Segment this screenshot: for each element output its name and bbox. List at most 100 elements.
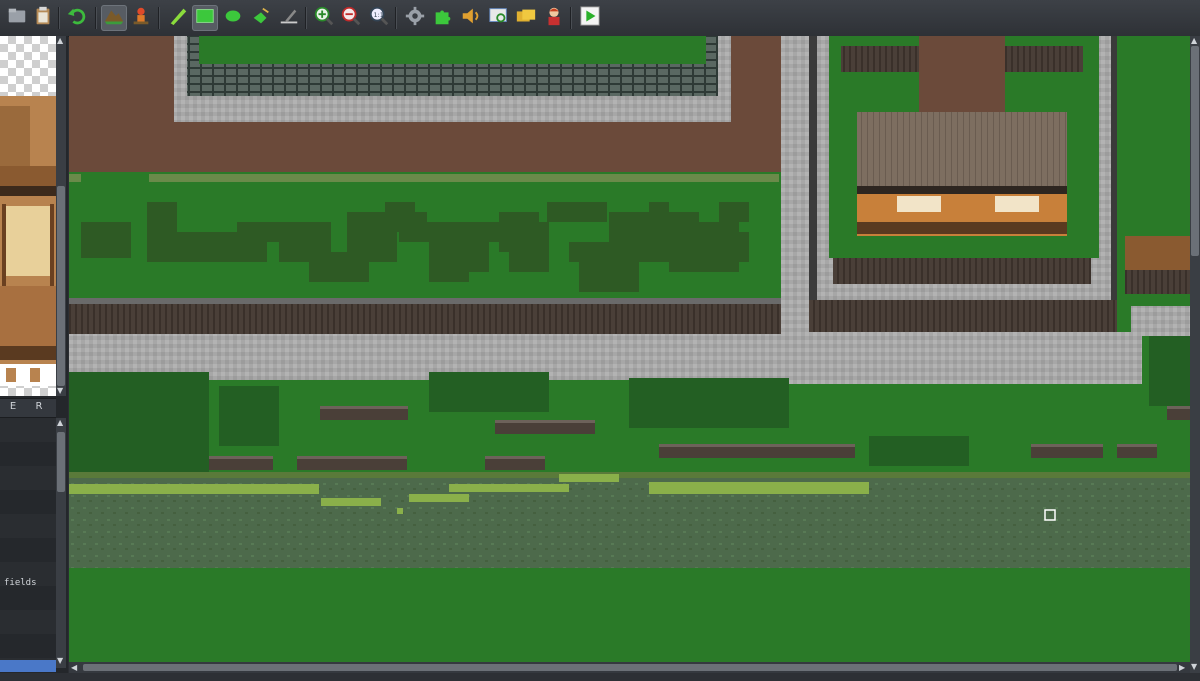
speaker-icon [460, 5, 482, 31]
bush-tile [509, 222, 549, 272]
tileset-tabs: E R [0, 398, 56, 418]
bush-tile [81, 222, 131, 258]
tileset-palette[interactable] [0, 36, 56, 396]
bush-tile [579, 262, 639, 292]
tileset-scrollbar[interactable]: ▲ ▼ [56, 36, 66, 396]
stone-hedge-top [1117, 444, 1157, 447]
compound-front-wall [809, 300, 1117, 336]
scroll-up-arrow-icon[interactable]: ▲ [57, 418, 63, 428]
scroll-down-arrow-icon[interactable]: ▼ [57, 386, 63, 396]
map-vertical-scroll-thumb[interactable] [1191, 46, 1199, 256]
hedge-line [69, 174, 81, 182]
rectangle-tool-button[interactable] [192, 5, 218, 31]
character-icon [543, 5, 565, 31]
actual-size-button[interactable]: 1:1 [366, 5, 392, 31]
open-project-button[interactable] [30, 5, 56, 31]
moss-patch [649, 482, 869, 494]
tileset-preview [0, 96, 56, 386]
bush-tile [719, 202, 749, 222]
moss-patch [559, 474, 619, 482]
puzzle-icon [432, 5, 454, 31]
scroll-up-arrow-icon[interactable]: ▲ [57, 36, 63, 46]
moss-patch [409, 494, 469, 502]
bush-tile [385, 202, 415, 222]
gate-structure [1125, 236, 1190, 270]
map-horizontal-scroll-thumb[interactable] [83, 664, 1177, 671]
event-layer-button[interactable] [128, 5, 154, 31]
ellipse-icon [222, 5, 244, 31]
toolbar-separator [95, 7, 97, 29]
stone-hedge-top [659, 444, 855, 447]
grass-patch [629, 378, 789, 428]
pencil-icon [167, 5, 189, 31]
swamp-edge [69, 472, 1190, 478]
bush-tile [429, 262, 469, 282]
playtest-button[interactable] [577, 5, 603, 31]
shadow-pen-icon [278, 5, 300, 31]
stone-road [781, 36, 809, 380]
map-tiles [69, 36, 1190, 662]
zoom-in-button[interactable] [311, 5, 337, 31]
bush-tile [399, 222, 509, 242]
bush-tile [729, 232, 749, 262]
map-list-scrollbar[interactable]: ▲ ▼ [56, 418, 66, 668]
scroll-down-arrow-icon[interactable]: ▼ [1191, 662, 1197, 672]
scroll-left-arrow-icon[interactable]: ◀ [71, 663, 77, 673]
house-porch [857, 222, 1067, 234]
event-search-button[interactable] [486, 5, 512, 31]
scroll-down-arrow-icon[interactable]: ▼ [57, 656, 63, 666]
map-list-scroll-thumb[interactable] [57, 432, 65, 492]
tileset-scroll-thumb[interactable] [57, 186, 65, 386]
map-canvas[interactable] [69, 36, 1190, 662]
new-project-button[interactable] [4, 5, 30, 31]
pencil-tool-button[interactable] [165, 5, 191, 31]
stone-wall [187, 36, 199, 96]
bush-tile [547, 202, 607, 222]
tab-r[interactable]: R [26, 401, 52, 412]
zoom-out-button[interactable] [338, 5, 364, 31]
map-horizontal-scrollbar[interactable]: ◀ ▶ [69, 662, 1190, 673]
tab-e[interactable]: E [0, 401, 26, 412]
list-item[interactable]: fields [4, 578, 37, 588]
grass-patch [429, 372, 549, 412]
scroll-right-arrow-icon[interactable]: ▶ [1179, 663, 1185, 673]
compound-fence [833, 258, 1091, 284]
compound-fence [1005, 46, 1083, 72]
grass-patch [69, 372, 209, 472]
search-window-icon [488, 5, 510, 31]
map-layer-button[interactable] [101, 5, 127, 31]
house-roof [857, 112, 1067, 188]
bush-tile [649, 202, 669, 222]
scroll-up-arrow-icon[interactable]: ▲ [1191, 36, 1197, 46]
svg-text:1:1: 1:1 [374, 11, 384, 19]
stone-hedge-top [485, 456, 545, 459]
toolbar-separator [158, 7, 160, 29]
flood-fill-tool-button[interactable] [248, 5, 274, 31]
ellipse-tool-button[interactable] [220, 5, 246, 31]
compound-path [919, 36, 1005, 114]
moss-patch [69, 484, 319, 494]
moss-patch [449, 484, 569, 492]
house-window [995, 196, 1039, 212]
left-panel: ▲ ▼ E R fields ▲ ▼ [0, 36, 68, 681]
plugin-manager-button[interactable] [430, 5, 456, 31]
toolbar-separator [570, 7, 572, 29]
bush-tile [347, 232, 397, 262]
stone-step [1131, 306, 1190, 336]
stone-wall [706, 36, 718, 96]
toolbar-separator [395, 7, 397, 29]
database-button[interactable] [402, 5, 428, 31]
moss-patch [321, 498, 381, 506]
selected-map-row[interactable] [0, 660, 56, 672]
character-generator-button[interactable] [541, 5, 567, 31]
lower-grass [69, 568, 1190, 662]
fence-cap [69, 298, 781, 304]
stone-wall [187, 64, 718, 96]
undo-button[interactable] [64, 5, 90, 31]
resource-manager-button[interactable] [513, 5, 539, 31]
map-vertical-scrollbar[interactable]: ▲ ▼ [1190, 36, 1200, 673]
paint-bucket-icon [250, 5, 272, 31]
shadow-pen-tool-button[interactable] [276, 5, 302, 31]
main-toolbar: 1:1 [0, 0, 1200, 37]
sound-test-button[interactable] [458, 5, 484, 31]
